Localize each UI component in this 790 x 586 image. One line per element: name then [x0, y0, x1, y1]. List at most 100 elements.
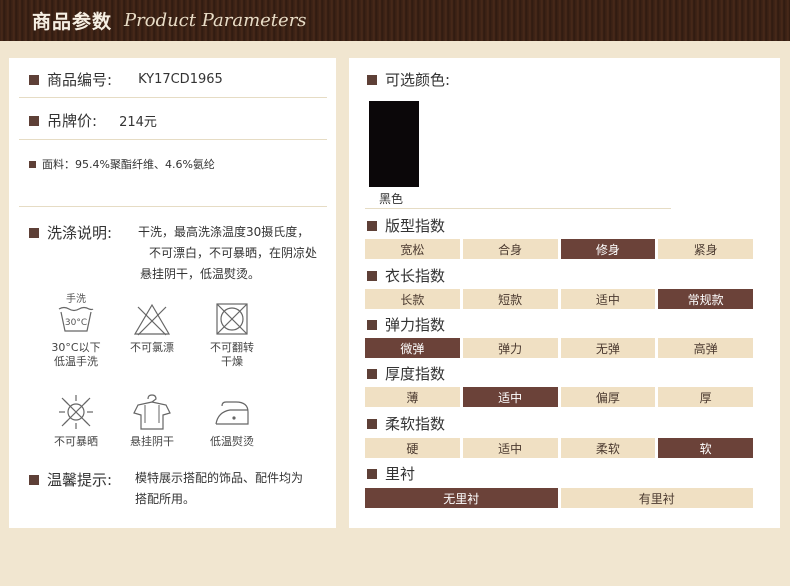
tip-label: 温馨提示: — [47, 471, 113, 489]
tag-price-row: 吊牌价: 214元 — [29, 110, 157, 131]
scale-option: 有里衬 — [560, 488, 753, 508]
scale-option: 硬 — [365, 438, 460, 458]
hand-wash-top-text: 手洗 — [66, 293, 86, 305]
no-bleach-icon — [133, 303, 171, 336]
left-info-panel: 商品编号: KY17CD1965 吊牌价: 214元 面料： 95.4%聚酯纤维… — [9, 58, 336, 528]
hand-wash-inner-text: 30°C — [65, 318, 87, 328]
scale-option: 短款 — [462, 289, 558, 309]
scale-option-selected: 无里衬 — [365, 488, 558, 508]
care-hang-dry: 悬挂阴干 — [117, 393, 187, 449]
care-no-tumble-dry: 不可翻转 干燥 — [197, 303, 267, 369]
elasticity-index-label: 弹力指数 — [385, 316, 446, 334]
no-sun-icon — [59, 395, 93, 429]
thickness-index-scale: 薄 适中 偏厚 厚 — [365, 387, 753, 407]
product-code-label: 商品编号: — [47, 71, 113, 89]
tip-line: 搭配所用。 — [135, 492, 196, 506]
scale-option: 适中 — [462, 438, 558, 458]
elasticity-index-title: 弹力指数 — [367, 314, 445, 335]
lining-label: 里衬 — [385, 465, 416, 483]
care-label-line: 悬挂阴干 — [130, 435, 174, 448]
wash-line: 不可漂白，不可暴晒，在阴凉处 — [148, 246, 317, 260]
scale-option: 长款 — [365, 289, 460, 309]
scale-option: 合身 — [462, 239, 558, 259]
thickness-index-title: 厚度指数 — [367, 363, 445, 384]
fit-index-title: 版型指数 — [367, 215, 445, 236]
scale-option: 高弹 — [658, 338, 753, 358]
color-swatch-black[interactable] — [369, 101, 419, 187]
bullet-square — [29, 160, 36, 168]
header-title-en: Product Parameters — [124, 10, 307, 31]
colors-label: 可选颜色: — [385, 71, 451, 89]
wash-instructions: 干洗，最高洗涤温度30摄氏度， 不可漂白，不可暴晒，在阴凉处 悬挂阴干，低温熨烫… — [138, 222, 328, 285]
bullet-square — [29, 74, 39, 85]
divider — [19, 97, 327, 98]
fabric-row: 面料： 95.4%聚酯纤维、4.6%氨纶 — [29, 156, 215, 172]
bullet-square — [29, 474, 39, 485]
softness-index-scale: 硬 适中 柔软 软 — [365, 438, 753, 458]
scale-option-selected: 修身 — [560, 239, 656, 259]
scale-option: 宽松 — [365, 239, 460, 259]
care-hand-wash: 手洗 30°C 30°C以下 低温手洗 — [41, 293, 111, 369]
care-label-line: 低温手洗 — [54, 355, 98, 368]
scale-option-selected: 常规款 — [658, 289, 753, 309]
elasticity-index-scale: 微弹 弹力 无弹 高弹 — [365, 338, 753, 358]
tip-text: 模特展示搭配的饰品、配件均为 搭配所用。 — [135, 468, 325, 510]
wash-line: 干洗，最高洗涤温度30摄氏度， — [138, 225, 310, 239]
divider — [19, 206, 327, 207]
tip-row: 温馨提示: — [29, 469, 112, 490]
length-index-label: 衣长指数 — [385, 267, 446, 285]
length-index-scale: 长款 短款 适中 常规款 — [365, 289, 753, 309]
hang-dry-icon — [133, 394, 171, 430]
divider — [19, 139, 327, 140]
wash-line: 悬挂阴干，低温熨烫。 — [140, 267, 261, 281]
care-label-line: 30°C以下 — [51, 341, 101, 354]
tip-line: 模特展示搭配的饰品、配件均为 — [135, 471, 304, 485]
bullet-square — [29, 115, 39, 126]
care-label-line: 不可翻转 — [210, 341, 254, 354]
care-low-iron: 低温熨烫 — [197, 396, 267, 449]
bullet-square — [367, 368, 377, 379]
care-label-line: 不可氯漂 — [130, 341, 174, 354]
colors-title: 可选颜色: — [367, 69, 450, 90]
care-no-bleach: 不可氯漂 — [117, 303, 187, 355]
bullet-square — [367, 319, 377, 330]
scale-option: 柔软 — [560, 438, 656, 458]
care-label-line: 低温熨烫 — [210, 435, 254, 448]
scale-option: 厚 — [658, 387, 753, 407]
bullet-square — [367, 74, 377, 85]
scale-option-selected: 微弹 — [365, 338, 460, 358]
header-title-cn: 商品参数 — [32, 11, 113, 33]
wash-label: 洗涤说明: — [47, 224, 113, 242]
scale-option: 紧身 — [658, 239, 753, 259]
product-code-row: 商品编号: KY17CD1965 — [29, 69, 223, 90]
wash-row: 洗涤说明: — [29, 222, 112, 243]
fit-index-scale: 宽松 合身 修身 紧身 — [365, 239, 753, 259]
fabric-value: 95.4%聚酯纤维、4.6%氨纶 — [75, 158, 215, 171]
fit-index-label: 版型指数 — [385, 217, 446, 235]
page-header: 商品参数 Product Parameters — [0, 0, 790, 41]
bullet-square — [29, 227, 39, 238]
scale-option: 薄 — [365, 387, 460, 407]
lining-title: 里衬 — [367, 463, 415, 484]
divider — [365, 208, 671, 209]
low-iron-icon — [215, 401, 249, 425]
softness-index-title: 柔软指数 — [367, 413, 445, 434]
thickness-index-label: 厚度指数 — [385, 365, 446, 383]
scale-option-selected: 适中 — [462, 387, 558, 407]
bullet-square — [367, 270, 377, 281]
scale-option: 弹力 — [462, 338, 558, 358]
bullet-square — [367, 220, 377, 231]
right-params-panel: 可选颜色: 黑色 版型指数 宽松 合身 修身 紧身 衣长指数 长款 短款 适中 … — [349, 58, 780, 528]
softness-index-label: 柔软指数 — [385, 415, 446, 433]
color-name: 黑色 — [379, 192, 404, 206]
length-index-title: 衣长指数 — [367, 265, 445, 286]
scale-option-selected: 软 — [658, 438, 753, 458]
tag-price-label: 吊牌价: — [47, 112, 98, 130]
bullet-square — [367, 468, 377, 479]
care-label-line: 干燥 — [221, 355, 243, 368]
tag-price-value: 214元 — [119, 115, 157, 130]
care-label-line: 不可暴晒 — [54, 435, 98, 448]
no-tumble-dry-icon — [216, 303, 248, 335]
scale-option: 无弹 — [560, 338, 656, 358]
scale-option: 偏厚 — [560, 387, 656, 407]
